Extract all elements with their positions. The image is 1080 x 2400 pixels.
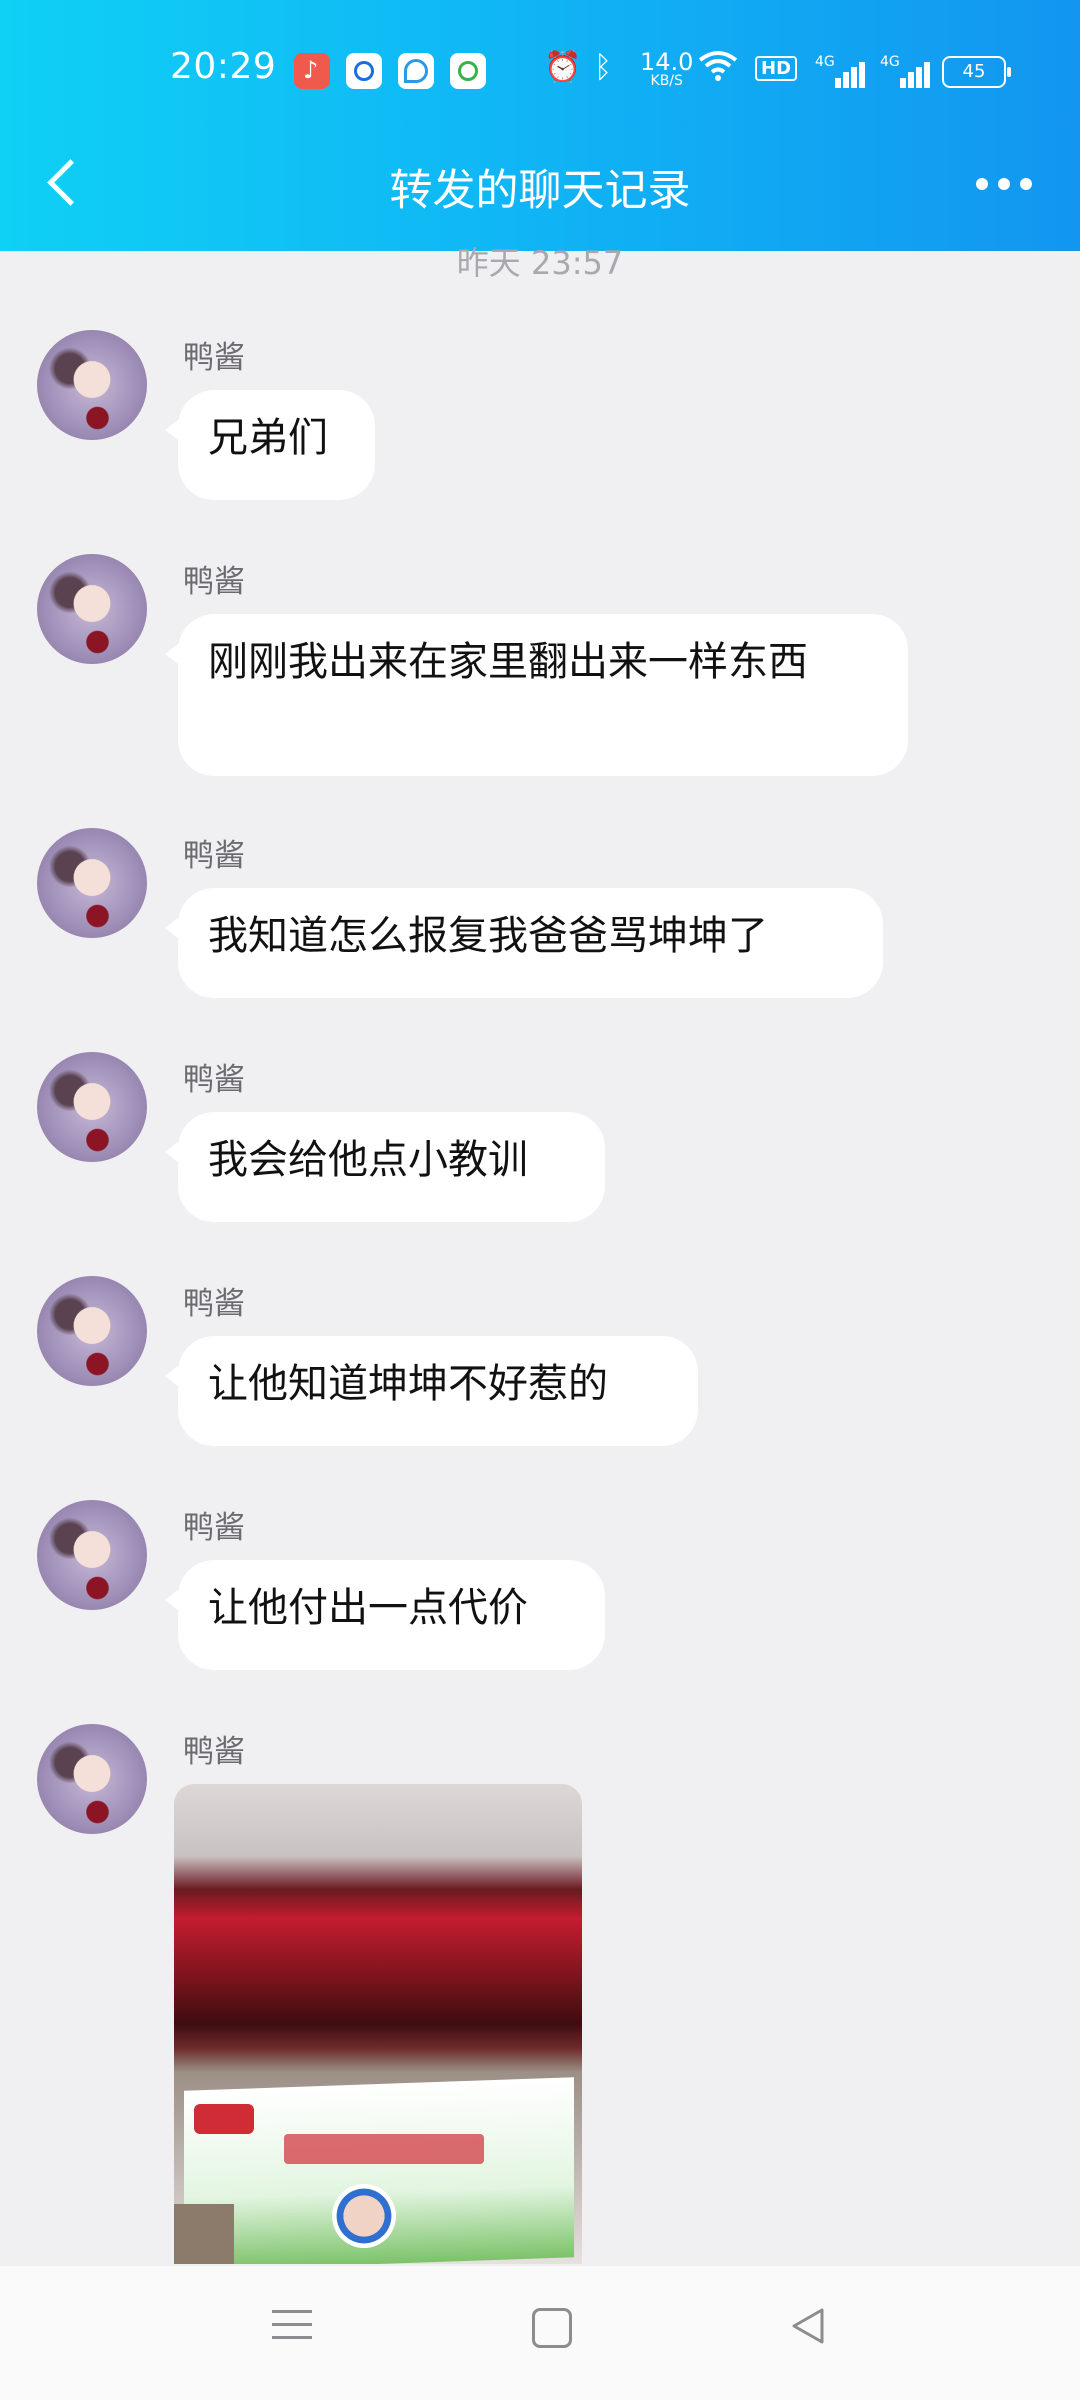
system-navigation-bar [0,2266,1080,2400]
message-timestamp: 昨天 23:57 [456,244,624,282]
hd-voice-icon: HD [755,56,798,81]
back-triangle-icon[interactable] [788,2306,828,2346]
message-bubble[interactable]: 兄弟们 [165,390,375,500]
avatar[interactable] [37,828,147,938]
app-header: 20:29 ⏰ ᛒ 14.0 KB/S HD 4G 4G 45 转发的聊天记录 [0,0,1080,251]
notification-app-icon [450,53,486,89]
sender-name: 鸭酱 [183,340,245,376]
home-square-icon[interactable] [532,2308,572,2348]
avatar[interactable] [37,1052,147,1162]
wifi-icon [698,50,738,90]
message-bubble[interactable]: 让他付出一点代价 [165,1560,605,1670]
sender-name: 鸭酱 [183,1734,245,1770]
page-title: 转发的聊天记录 [389,166,691,216]
sender-name: 鸭酱 [183,1286,245,1322]
music-app-icon [294,53,330,89]
more-options-button[interactable] [976,168,1036,198]
message-image[interactable] [174,1784,582,2264]
sender-name: 鸭酱 [183,838,245,874]
network-speed-value: 14.0 [640,48,694,76]
message-bubble[interactable]: 我会给他点小教训 [165,1112,605,1222]
notification-app-icon [346,53,382,89]
alarm-icon: ⏰ [544,50,582,85]
avatar[interactable] [37,1500,147,1610]
image-table-surface [174,2204,234,2264]
avatar[interactable] [37,1724,147,1834]
bluetooth-icon: ᛒ [594,50,612,85]
notification-app-icon [398,53,434,89]
sender-name: 鸭酱 [183,1062,245,1098]
network-speed-unit: KB/S [650,73,683,89]
status-time: 20:29 [170,46,277,87]
battery-icon: 45 [942,56,1011,88]
image-box-portrait [332,2184,396,2248]
network-speed: 14.0 KB/S [640,50,693,88]
menu-icon[interactable] [272,2306,312,2344]
avatar[interactable] [37,1276,147,1386]
status-bar: 20:29 ⏰ ᛒ 14.0 KB/S HD 4G 4G 45 [0,0,1080,140]
image-box-label [284,2134,484,2164]
avatar[interactable] [37,330,147,440]
sender-name: 鸭酱 [183,564,245,600]
image-box-logo [194,2104,254,2134]
sender-name: 鸭酱 [183,1510,245,1546]
message-bubble[interactable]: 我知道怎么报复我爸爸骂坤坤了 [165,888,883,998]
avatar[interactable] [37,554,147,664]
message-bubble[interactable]: 刚刚我出来在家里翻出来一样东西 [165,614,908,776]
message-bubble[interactable]: 让他知道坤坤不好惹的 [165,1336,698,1446]
